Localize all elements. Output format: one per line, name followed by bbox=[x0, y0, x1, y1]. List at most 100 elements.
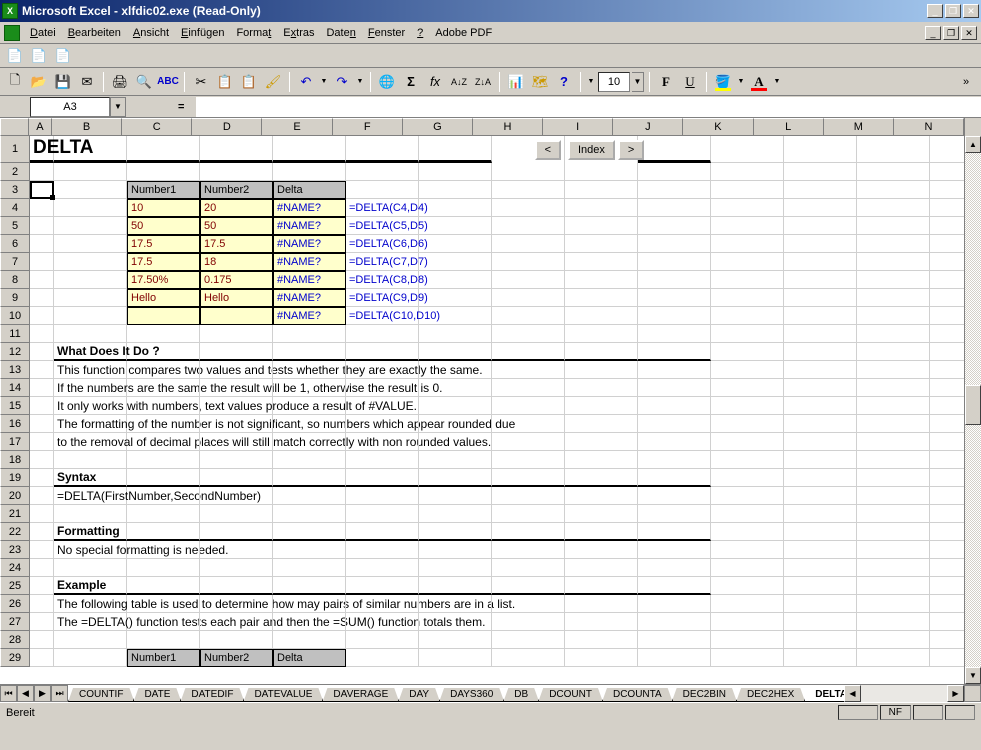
cell[interactable] bbox=[565, 307, 638, 325]
cell[interactable] bbox=[857, 577, 930, 595]
cell[interactable] bbox=[30, 163, 54, 181]
cell[interactable] bbox=[492, 217, 565, 235]
menu-data[interactable]: Daten bbox=[320, 25, 361, 41]
col-header[interactable]: J bbox=[613, 118, 683, 136]
minimize-button[interactable]: _ bbox=[927, 4, 943, 18]
col-header[interactable]: B bbox=[52, 118, 122, 136]
cell[interactable] bbox=[419, 253, 492, 271]
cell[interactable] bbox=[492, 199, 565, 217]
cell[interactable]: Hello bbox=[200, 289, 273, 307]
cell[interactable] bbox=[930, 415, 964, 433]
cell[interactable] bbox=[346, 649, 419, 667]
cell[interactable]: =DELTA(C9,D9) bbox=[346, 289, 419, 307]
menu-help[interactable]: ? bbox=[411, 25, 429, 41]
cell[interactable] bbox=[711, 271, 784, 289]
cell[interactable] bbox=[30, 289, 54, 307]
formula-input[interactable] bbox=[196, 97, 981, 117]
sheet-tab[interactable]: DATE bbox=[133, 688, 181, 702]
sheet-tab[interactable]: DCOUNTA bbox=[602, 688, 673, 702]
cell[interactable] bbox=[30, 595, 54, 613]
cell[interactable] bbox=[273, 415, 346, 433]
cell[interactable] bbox=[930, 136, 964, 163]
cell[interactable] bbox=[930, 397, 964, 415]
cell[interactable] bbox=[711, 181, 784, 199]
row-header[interactable]: 23 bbox=[0, 541, 30, 559]
cell[interactable] bbox=[54, 217, 127, 235]
cell[interactable] bbox=[638, 577, 711, 595]
row-header[interactable]: 1 bbox=[0, 136, 30, 163]
cell[interactable]: 50 bbox=[127, 217, 200, 235]
col-header[interactable]: M bbox=[824, 118, 894, 136]
cell[interactable] bbox=[419, 343, 492, 361]
cell[interactable] bbox=[784, 397, 857, 415]
row-header[interactable]: 10 bbox=[0, 307, 30, 325]
cell[interactable] bbox=[784, 577, 857, 595]
cell[interactable] bbox=[30, 361, 54, 379]
cell[interactable] bbox=[492, 307, 565, 325]
cell[interactable]: 10 bbox=[127, 199, 200, 217]
row-header[interactable]: 3 bbox=[0, 181, 30, 199]
cell[interactable] bbox=[711, 649, 784, 667]
cell[interactable]: 18 bbox=[200, 253, 273, 271]
cell[interactable] bbox=[930, 307, 964, 325]
cell[interactable] bbox=[273, 361, 346, 379]
pdf-convert3-icon[interactable]: 📄 bbox=[52, 45, 74, 67]
cell[interactable]: #NAME? bbox=[273, 271, 346, 289]
cell[interactable] bbox=[930, 379, 964, 397]
cell[interactable] bbox=[54, 289, 127, 307]
cell[interactable] bbox=[54, 505, 127, 523]
cell[interactable] bbox=[419, 631, 492, 649]
cell[interactable] bbox=[784, 541, 857, 559]
cell[interactable]: < bbox=[492, 136, 565, 163]
cell[interactable] bbox=[127, 559, 200, 577]
cell[interactable] bbox=[784, 433, 857, 451]
cell[interactable] bbox=[784, 559, 857, 577]
help-icon[interactable]: ? bbox=[553, 71, 575, 93]
cell[interactable]: #NAME? bbox=[273, 253, 346, 271]
cell[interactable] bbox=[857, 397, 930, 415]
cell[interactable] bbox=[565, 235, 638, 253]
new-icon[interactable]: 🗋 bbox=[4, 71, 26, 93]
cell[interactable] bbox=[30, 235, 54, 253]
more-dropdown[interactable]: ▼ bbox=[586, 71, 596, 93]
cell[interactable] bbox=[127, 487, 200, 505]
cell[interactable] bbox=[346, 163, 419, 181]
cell[interactable] bbox=[784, 613, 857, 631]
fontcolor-dropdown[interactable]: ▼ bbox=[772, 71, 782, 93]
cell[interactable]: Number2 bbox=[200, 649, 273, 667]
cell[interactable] bbox=[200, 613, 273, 631]
cell[interactable] bbox=[784, 649, 857, 667]
cell[interactable] bbox=[565, 523, 638, 541]
cell[interactable]: No special formatting is needed. bbox=[54, 541, 127, 559]
cell[interactable] bbox=[857, 325, 930, 343]
cell[interactable] bbox=[30, 559, 54, 577]
cell[interactable] bbox=[419, 649, 492, 667]
cell[interactable] bbox=[419, 199, 492, 217]
cell[interactable] bbox=[492, 379, 565, 397]
row-header[interactable]: 29 bbox=[0, 649, 30, 667]
cell[interactable] bbox=[565, 541, 638, 559]
cell[interactable] bbox=[419, 361, 492, 379]
sheet-tab[interactable]: DATEVALUE bbox=[243, 688, 323, 702]
cell[interactable]: DELTA bbox=[30, 136, 54, 163]
row-header[interactable]: 22 bbox=[0, 523, 30, 541]
cell[interactable] bbox=[784, 181, 857, 199]
cell[interactable] bbox=[711, 505, 784, 523]
cell[interactable] bbox=[857, 523, 930, 541]
cell[interactable] bbox=[54, 307, 127, 325]
cell[interactable] bbox=[784, 631, 857, 649]
col-header[interactable]: G bbox=[403, 118, 473, 136]
function-icon[interactable]: fx bbox=[424, 71, 446, 93]
cell[interactable] bbox=[930, 559, 964, 577]
cell[interactable] bbox=[127, 136, 200, 163]
cell[interactable] bbox=[565, 163, 638, 181]
cell[interactable] bbox=[346, 559, 419, 577]
cell[interactable] bbox=[127, 613, 200, 631]
cell[interactable] bbox=[273, 163, 346, 181]
cell[interactable] bbox=[857, 163, 930, 181]
scroll-down-icon[interactable]: ▼ bbox=[965, 667, 981, 684]
cell[interactable] bbox=[200, 577, 273, 595]
cell[interactable] bbox=[200, 433, 273, 451]
cell[interactable] bbox=[784, 379, 857, 397]
cell[interactable] bbox=[565, 577, 638, 595]
